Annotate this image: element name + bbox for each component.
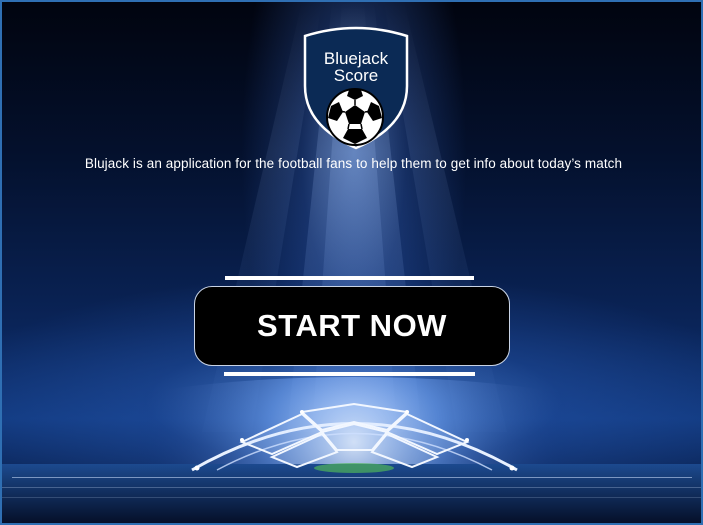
logo-text-line2: Score [334, 66, 378, 85]
divider-top [225, 276, 474, 280]
soccer-ball-icon [326, 88, 384, 146]
bluejack-score-logo: Bluejack Score [303, 26, 409, 150]
app-window: Bluejack Score Blujack is an application… [0, 0, 703, 525]
app-description: Blujack is an application for the footba… [84, 156, 623, 171]
start-now-button[interactable]: START NOW [194, 286, 510, 366]
divider-bottom [224, 372, 475, 376]
